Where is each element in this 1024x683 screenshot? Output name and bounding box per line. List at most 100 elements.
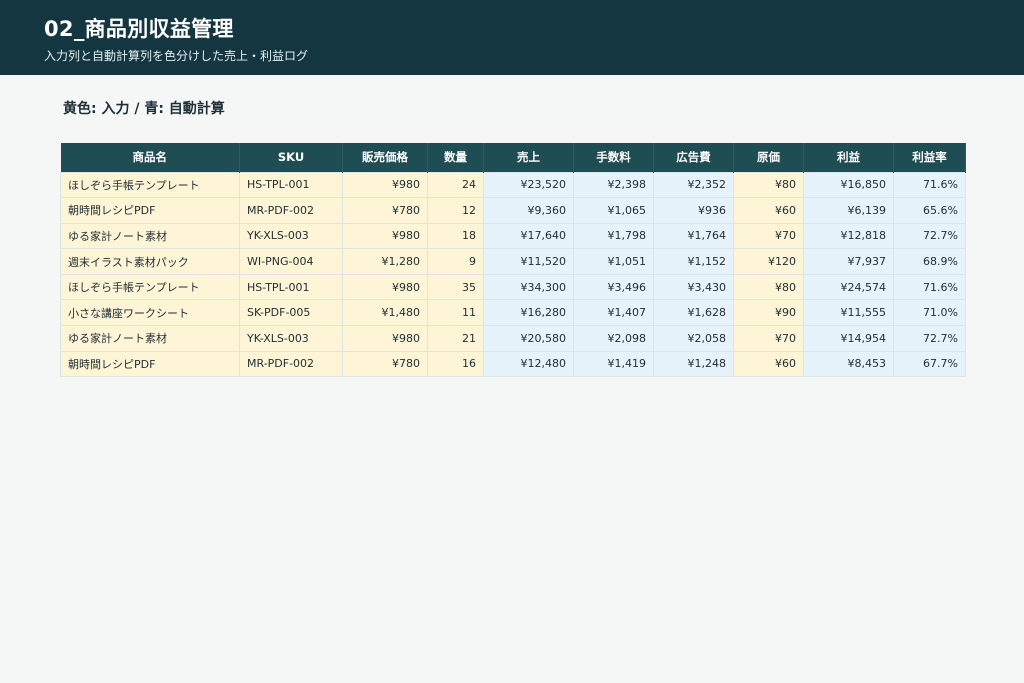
cost-cell[interactable]: ¥70 — [733, 222, 804, 250]
cost-cell[interactable]: ¥70 — [733, 325, 804, 352]
quantity-cell[interactable]: 21 — [427, 325, 484, 352]
ad-cost-cell[interactable]: ¥1,628 — [653, 299, 734, 327]
col-header-sales[interactable]: 売上 — [483, 143, 574, 172]
ad-cost-cell[interactable]: ¥3,430 — [653, 273, 734, 301]
margin-cell[interactable]: 71.6% — [893, 171, 966, 199]
profit-cell[interactable]: ¥12,818 — [803, 222, 894, 250]
quantity-cell[interactable]: 24 — [427, 171, 484, 199]
profit-cell[interactable]: ¥14,954 — [803, 325, 894, 352]
sku-cell[interactable]: MR-PDF-002 — [239, 197, 343, 224]
cost-cell[interactable]: ¥80 — [733, 171, 804, 199]
product-name-cell[interactable]: ゆる家計ノート素材 — [60, 325, 240, 352]
sku-cell[interactable]: MR-PDF-002 — [239, 350, 343, 378]
margin-cell[interactable]: 67.7% — [893, 350, 966, 378]
profit-cell[interactable]: ¥7,937 — [803, 248, 894, 275]
product-name-cell[interactable]: 朝時間レシピPDF — [60, 197, 240, 224]
fee-cell[interactable]: ¥1,798 — [573, 222, 654, 250]
ad-cost-cell[interactable]: ¥2,352 — [653, 171, 734, 199]
sku-cell[interactable]: SK-PDF-005 — [239, 299, 343, 327]
fee-cell[interactable]: ¥1,419 — [573, 350, 654, 378]
page-header: 02_商品別収益管理 入力列と自動計算列を色分けした売上・利益ログ — [0, 0, 1024, 75]
col-header-cost[interactable]: 原価 — [733, 143, 804, 172]
fee-cell[interactable]: ¥3,496 — [573, 273, 654, 301]
sales-cell[interactable]: ¥17,640 — [483, 222, 574, 250]
table-row: ほしぞら手帳テンプレート HS-TPL-001 ¥980 35 ¥34,300 ¥3,49… — [60, 273, 966, 301]
profit-cell[interactable]: ¥8,453 — [803, 350, 894, 378]
sales-cell[interactable]: ¥9,360 — [483, 197, 574, 224]
price-cell[interactable]: ¥980 — [342, 171, 428, 199]
price-cell[interactable]: ¥980 — [342, 325, 428, 352]
profit-cell[interactable]: ¥24,574 — [803, 273, 894, 301]
ad-cost-cell[interactable]: ¥1,248 — [653, 350, 734, 378]
margin-cell[interactable]: 71.0% — [893, 299, 966, 327]
sku-cell[interactable]: HS-TPL-001 — [239, 171, 343, 199]
cost-cell[interactable]: ¥60 — [733, 197, 804, 224]
table-row: 朝時間レシピPDF MR-PDF-002 ¥780 16 ¥12,480 ¥1,419 ¥1… — [60, 350, 966, 378]
profit-cell[interactable]: ¥6,139 — [803, 197, 894, 224]
quantity-cell[interactable]: 12 — [427, 197, 484, 224]
table-row: 小さな講座ワークシート SK-PDF-005 ¥1,480 11 ¥16,280 ¥1,4… — [60, 299, 966, 327]
product-name-cell[interactable]: ほしぞら手帳テンプレート — [60, 273, 240, 301]
sales-cell[interactable]: ¥11,520 — [483, 248, 574, 275]
col-header-product[interactable]: 商品名 — [60, 143, 240, 172]
sales-cell[interactable]: ¥34,300 — [483, 273, 574, 301]
fee-cell[interactable]: ¥1,065 — [573, 197, 654, 224]
price-cell[interactable]: ¥980 — [342, 222, 428, 250]
ad-cost-cell[interactable]: ¥2,058 — [653, 325, 734, 352]
sku-cell[interactable]: HS-TPL-001 — [239, 273, 343, 301]
fee-cell[interactable]: ¥1,407 — [573, 299, 654, 327]
product-name-cell[interactable]: ほしぞら手帳テンプレート — [60, 171, 240, 199]
quantity-cell[interactable]: 9 — [427, 248, 484, 275]
product-name-cell[interactable]: 朝時間レシピPDF — [60, 350, 240, 378]
page-subtitle: 入力列と自動計算列を色分けした売上・利益ログ — [44, 49, 309, 63]
margin-cell[interactable]: 72.7% — [893, 325, 966, 352]
quantity-cell[interactable]: 16 — [427, 350, 484, 378]
col-header-ad-cost[interactable]: 広告費 — [653, 143, 734, 172]
quantity-cell[interactable]: 18 — [427, 222, 484, 250]
cost-cell[interactable]: ¥90 — [733, 299, 804, 327]
sales-cell[interactable]: ¥20,580 — [483, 325, 574, 352]
ad-cost-cell[interactable]: ¥1,152 — [653, 248, 734, 275]
table-header-row: 商品名 SKU 販売価格 数量 売上 手数料 広告費 原価 利益 利益率 — [60, 143, 966, 172]
price-cell[interactable]: ¥1,280 — [342, 248, 428, 275]
margin-cell[interactable]: 68.9% — [893, 248, 966, 275]
fee-cell[interactable]: ¥1,051 — [573, 248, 654, 275]
sales-cell[interactable]: ¥12,480 — [483, 350, 574, 378]
fee-cell[interactable]: ¥2,098 — [573, 325, 654, 352]
col-header-price[interactable]: 販売価格 — [342, 143, 428, 172]
ad-cost-cell[interactable]: ¥936 — [653, 197, 734, 224]
sku-cell[interactable]: YK-XLS-003 — [239, 325, 343, 352]
profit-cell[interactable]: ¥11,555 — [803, 299, 894, 327]
table-body: ほしぞら手帳テンプレート HS-TPL-001 ¥980 24 ¥23,520 ¥2,39… — [60, 171, 966, 378]
quantity-cell[interactable]: 11 — [427, 299, 484, 327]
product-name-cell[interactable]: ゆる家計ノート素材 — [60, 222, 240, 250]
revenue-table: 商品名 SKU 販売価格 数量 売上 手数料 広告費 原価 利益 利益率 ほしぞ… — [60, 143, 966, 378]
col-header-margin[interactable]: 利益率 — [893, 143, 966, 172]
cost-cell[interactable]: ¥80 — [733, 273, 804, 301]
margin-cell[interactable]: 71.6% — [893, 273, 966, 301]
col-header-fee[interactable]: 手数料 — [573, 143, 654, 172]
sales-cell[interactable]: ¥16,280 — [483, 299, 574, 327]
fee-cell[interactable]: ¥2,398 — [573, 171, 654, 199]
sales-cell[interactable]: ¥23,520 — [483, 171, 574, 199]
cost-cell[interactable]: ¥60 — [733, 350, 804, 378]
product-name-cell[interactable]: 週末イラスト素材パック — [60, 248, 240, 275]
cost-cell[interactable]: ¥120 — [733, 248, 804, 275]
margin-cell[interactable]: 72.7% — [893, 222, 966, 250]
ad-cost-cell[interactable]: ¥1,764 — [653, 222, 734, 250]
quantity-cell[interactable]: 35 — [427, 273, 484, 301]
color-legend: 黄色: 入力 / 青: 自動計算 — [63, 101, 225, 117]
sku-cell[interactable]: YK-XLS-003 — [239, 222, 343, 250]
col-header-profit[interactable]: 利益 — [803, 143, 894, 172]
price-cell[interactable]: ¥780 — [342, 197, 428, 224]
sku-cell[interactable]: WI-PNG-004 — [239, 248, 343, 275]
price-cell[interactable]: ¥780 — [342, 350, 428, 378]
col-header-quantity[interactable]: 数量 — [427, 143, 484, 172]
price-cell[interactable]: ¥980 — [342, 273, 428, 301]
price-cell[interactable]: ¥1,480 — [342, 299, 428, 327]
profit-cell[interactable]: ¥16,850 — [803, 171, 894, 199]
product-name-cell[interactable]: 小さな講座ワークシート — [60, 299, 240, 327]
margin-cell[interactable]: 65.6% — [893, 197, 966, 224]
col-header-sku[interactable]: SKU — [239, 143, 343, 172]
table-row: ゆる家計ノート素材 YK-XLS-003 ¥980 21 ¥20,580 ¥2,098 ¥2… — [60, 325, 966, 352]
